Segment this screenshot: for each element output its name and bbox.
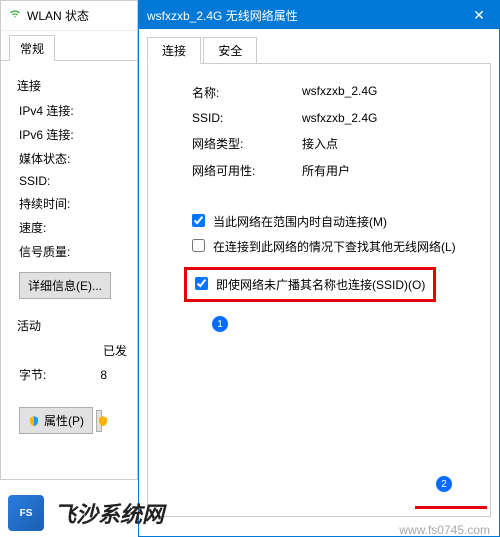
row-duration: 持续时间:: [19, 195, 129, 212]
tab-connect[interactable]: 连接: [147, 37, 201, 64]
row-media: 媒体状态:: [19, 150, 129, 167]
site-logo: FS: [8, 495, 44, 531]
details-button[interactable]: 详细信息(E)...: [19, 272, 111, 299]
row-ssid: SSID:: [19, 174, 129, 188]
ssid-label: SSID:: [192, 111, 302, 125]
row-ipv4: IPv4 连接:: [19, 102, 129, 119]
truncated-button[interactable]: [96, 410, 102, 432]
info-ssid: SSID: wsfxzxb_2.4G: [192, 111, 474, 125]
type-label: 网络类型:: [192, 135, 302, 152]
front-tab-body: 名称: wsfxzxb_2.4G SSID: wsfxzxb_2.4G 网络类型…: [147, 63, 491, 517]
bytes-label: 字节:: [19, 368, 46, 382]
lookup-checkbox[interactable]: [192, 239, 205, 252]
activity-header: 已发: [19, 342, 129, 359]
ssid-value: wsfxzxb_2.4G: [302, 111, 377, 125]
lookup-label: 在连接到此网络的情况下查找其他无线网络(L): [213, 238, 456, 255]
avail-label: 网络可用性:: [192, 162, 302, 179]
back-title-text: WLAN 状态: [27, 7, 89, 24]
callout-2: 2: [436, 476, 452, 492]
shield-icon: [97, 415, 109, 427]
tab-general[interactable]: 常规: [9, 35, 55, 61]
type-value: 接入点: [302, 135, 338, 152]
info-name: 名称: wsfxzxb_2.4G: [192, 84, 474, 101]
front-tabs: 连接 安全: [139, 29, 499, 64]
properties-button[interactable]: 属性(P): [19, 407, 93, 434]
hidden-label: 即使网络未广播其名称也连接(SSID)(O): [216, 276, 425, 293]
section-connect: 连接: [17, 77, 129, 94]
name-label: 名称:: [192, 84, 302, 101]
watermark: www.fs0745.com: [399, 523, 490, 537]
row-ipv6: IPv6 连接:: [19, 126, 129, 143]
checkbox-lookup-networks[interactable]: 在连接到此网络的情况下查找其他无线网络(L): [192, 238, 474, 255]
highlight-box: 即使网络未广播其名称也连接(SSID)(O): [184, 267, 436, 302]
properties-button-label: 属性(P): [44, 412, 84, 429]
auto-connect-checkbox[interactable]: [192, 214, 205, 227]
avail-value: 所有用户: [302, 162, 350, 179]
name-value: wsfxzxb_2.4G: [302, 84, 377, 101]
details-button-label: 详细信息(E)...: [28, 277, 102, 294]
checkbox-auto-connect[interactable]: 当此网络在范围内时自动连接(M): [192, 213, 474, 230]
auto-connect-label: 当此网络在范围内时自动连接(M): [213, 213, 387, 230]
hidden-checkbox[interactable]: [195, 277, 208, 290]
row-speed: 速度:: [19, 219, 129, 236]
row-signal: 信号质量:: [19, 243, 129, 260]
shield-icon: [28, 415, 40, 427]
row-bytes: 字节: 8: [19, 366, 129, 383]
wifi-icon: [9, 8, 21, 23]
checkbox-connect-hidden[interactable]: 即使网络未广播其名称也连接(SSID)(O): [195, 276, 425, 293]
wireless-properties-window: wsfxzxb_2.4G 无线网络属性 ✕ 连接 安全 名称: wsfxzxb_…: [138, 0, 500, 537]
close-icon: ✕: [473, 7, 485, 24]
callout-1: 1: [212, 316, 228, 332]
section-activity: 活动: [17, 317, 129, 334]
front-titlebar: wsfxzxb_2.4G 无线网络属性 ✕: [139, 1, 499, 29]
back-content: 连接 IPv4 连接: IPv6 连接: 媒体状态: SSID: 持续时间: 速…: [1, 60, 137, 442]
info-type: 网络类型: 接入点: [192, 135, 474, 152]
bytes-value: 8: [100, 368, 107, 382]
tab-security[interactable]: 安全: [203, 37, 257, 64]
close-button[interactable]: ✕: [459, 1, 499, 29]
back-titlebar: WLAN 状态: [1, 1, 137, 31]
front-title-text: wsfxzxb_2.4G 无线网络属性: [147, 7, 298, 24]
site-name: 飞沙系统网: [54, 497, 164, 529]
back-tabs: 常规: [1, 31, 137, 61]
wlan-status-window: WLAN 状态 常规 连接 IPv4 连接: IPv6 连接: 媒体状态: SS…: [0, 0, 138, 480]
info-availability: 网络可用性: 所有用户: [192, 162, 474, 179]
